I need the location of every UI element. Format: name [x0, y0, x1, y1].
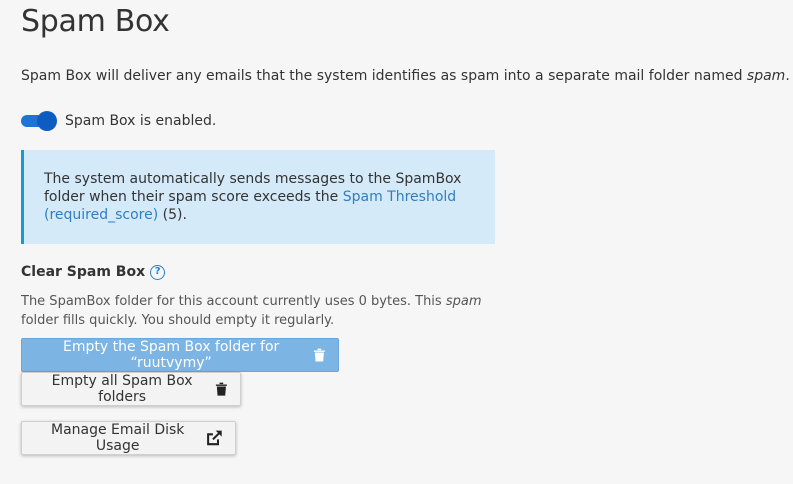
- description-text: Spam Box will deliver any emails that th…: [21, 68, 747, 84]
- alert-threshold-value: (5).: [158, 207, 187, 223]
- section-title-text: Clear Spam Box: [21, 264, 146, 280]
- manage-email-disk-usage-button[interactable]: Manage Email Disk Usage: [21, 421, 236, 455]
- toggle-knob: [37, 111, 57, 131]
- usage-text-end: folder fills quickly. You should empty i…: [21, 313, 335, 328]
- external-link-icon: [207, 430, 223, 446]
- usage-text: The SpamBox folder for this account curr…: [21, 294, 446, 309]
- toggle-status-label: Spam Box is enabled.: [65, 113, 217, 129]
- spam-folder-name: spam: [746, 68, 786, 84]
- empty-all-spam-box-button[interactable]: Empty all Spam Box folders: [21, 372, 241, 406]
- usage-spam-word: spam: [445, 294, 482, 309]
- manage-button-label: Manage Email Disk Usage: [50, 422, 185, 454]
- empty-account-button-label: Empty the Spam Box folder for “ruutvymy”: [63, 339, 280, 371]
- spambox-toggle[interactable]: [21, 111, 57, 131]
- empty-all-button-label: Empty all Spam Box folders: [51, 373, 193, 405]
- empty-account-spam-box-button[interactable]: Empty the Spam Box folder for “ruutvymy”: [21, 338, 339, 372]
- trash-icon: [314, 348, 326, 362]
- page-description: Spam Box will deliver any emails that th…: [21, 68, 790, 84]
- spambox-toggle-row: Spam Box is enabled.: [21, 111, 216, 131]
- question-circle-icon[interactable]: ?: [150, 264, 166, 280]
- trash-icon: [216, 382, 228, 396]
- usage-note: The SpamBox folder for this account curr…: [21, 292, 491, 330]
- clear-spam-box-heading: Clear Spam Box ?: [21, 264, 166, 280]
- page-title: Spam Box: [21, 4, 170, 39]
- info-alert: The system automatically sends messages …: [21, 150, 495, 244]
- description-end: .: [785, 68, 790, 84]
